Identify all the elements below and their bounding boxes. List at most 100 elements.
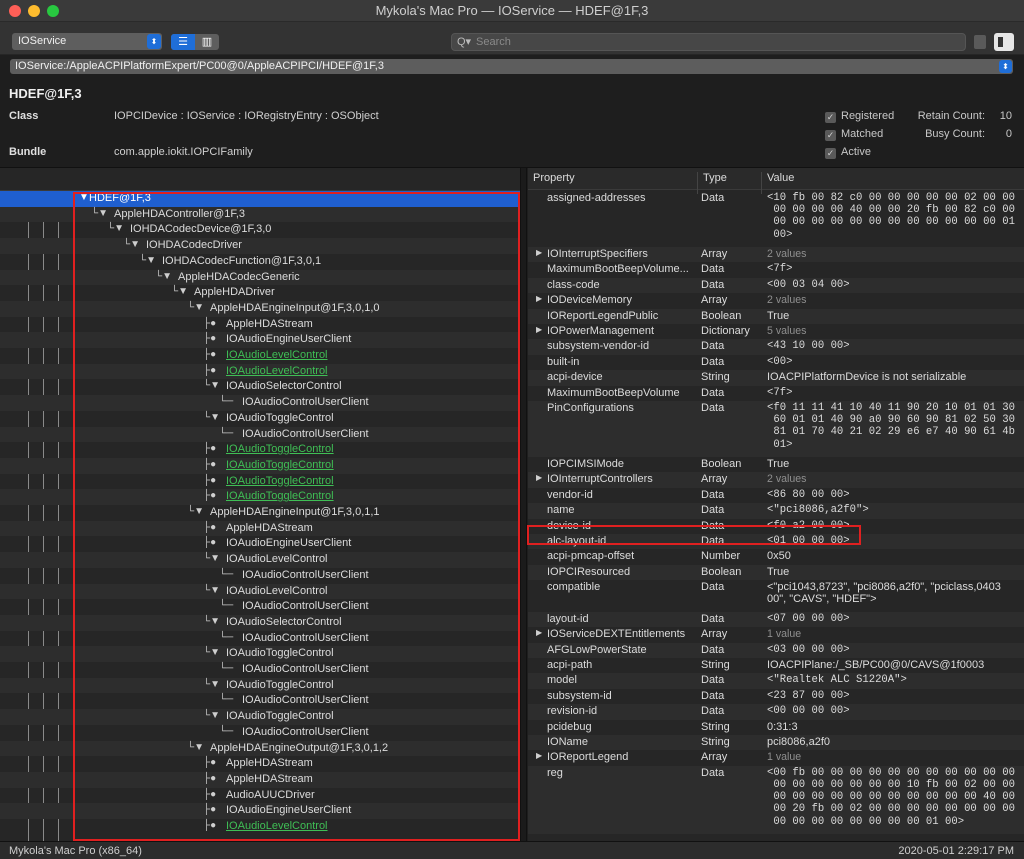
search-input[interactable] [476, 35, 946, 49]
property-row[interactable]: IOPCIResourced Boolean True [528, 564, 1024, 581]
tree-row[interactable]: ▼ HDEF@1F,3 [0, 191, 520, 207]
tree-row[interactable]: └▼ IOHDACodecDriver [0, 238, 520, 254]
property-row[interactable]: PinConfigurations Data <f0 11 11 41 10 40 … [528, 401, 1024, 457]
tree-row[interactable]: └─ IOAudioControlUserClient [0, 426, 520, 443]
property-row[interactable]: ▶ IODeviceMemory Array 2 values [528, 293, 1024, 308]
tree-row[interactable]: ├● AudioAUUCDriver [0, 788, 520, 804]
disclosure-triangle-icon[interactable]: └▼ [203, 647, 220, 658]
tree-row[interactable]: └─ IOAudioControlUserClient [0, 725, 520, 741]
type-column-header[interactable]: Type [703, 172, 727, 184]
property-row[interactable]: vendor-id Data <86 80 00 00> [528, 488, 1024, 503]
property-row[interactable]: pcidebug String 0:31:3 [528, 720, 1024, 735]
tree-row[interactable]: └▼ AppleHDAEngineOutput@1F,3,0,1,2 [0, 740, 520, 757]
registered-checkbox[interactable]: ✓ [825, 112, 836, 123]
expand-triangle-icon[interactable]: ▶ [536, 248, 542, 257]
tree-row[interactable]: └▼ IOHDACodecDevice@1F,3,0 [0, 222, 520, 238]
tree-row[interactable]: └▼ AppleHDADriver [0, 285, 520, 301]
property-row[interactable]: revision-id Data <00 00 00 00> [528, 704, 1024, 720]
tree-row[interactable]: └─ IOAudioControlUserClient [0, 599, 520, 615]
tree-row[interactable]: └─ IOAudioControlUserClient [0, 631, 520, 647]
search-options-icon[interactable] [974, 35, 986, 49]
property-row[interactable]: ▶ IOInterruptControllers Array 2 values [528, 472, 1024, 488]
property-row[interactable]: name Data <"pci8086,a2f0"> [528, 503, 1024, 519]
view-mode-toggle[interactable]: ☰ ▥ [171, 34, 219, 50]
property-row[interactable]: ▶ IOReportLegend Array 1 value [528, 750, 1024, 765]
disclosure-triangle-icon[interactable]: └▼ [187, 302, 204, 313]
expand-triangle-icon[interactable]: ▶ [536, 751, 542, 760]
tree-row[interactable]: ├● IOAudioEngineUserClient [0, 332, 520, 348]
tree-row[interactable]: └▼ AppleHDAController@1F,3 [0, 206, 520, 223]
inspector-toggle-button[interactable] [994, 33, 1014, 51]
disclosure-triangle-icon[interactable]: └▼ [203, 553, 220, 564]
search-icon[interactable]: Q▾ [457, 35, 471, 48]
tree-row[interactable]: ├● AppleHDAStream [0, 756, 520, 772]
property-row[interactable]: subsystem-id Data <23 87 00 00> [528, 689, 1024, 704]
tree-row[interactable]: └▼ IOAudioLevelControl [0, 552, 520, 568]
property-row[interactable]: AFGLowPowerState Data <03 00 00 00> [528, 642, 1024, 658]
tree-row[interactable]: └▼ IOAudioSelectorControl [0, 379, 520, 395]
registry-tree[interactable]: ▼ HDEF@1F,3 └▼ AppleHDAController@1F,3 └▼ IOH… [0, 168, 520, 841]
disclosure-triangle-icon[interactable]: └▼ [187, 742, 204, 753]
tree-row[interactable]: ├● IOAudioLevelControl [0, 819, 520, 835]
expand-triangle-icon[interactable]: ▶ [536, 294, 542, 303]
property-column-header[interactable]: Property [533, 172, 575, 184]
property-row[interactable]: class-code Data <00 03 04 00> [528, 277, 1024, 294]
tree-row[interactable]: ├● IOAudioLevelControl [0, 363, 520, 380]
property-row[interactable]: model Data <"Realtek ALC S1220A"> [528, 673, 1024, 689]
property-row[interactable]: ▶ IOServiceDEXTEntitlements Array 1 value [528, 627, 1024, 642]
disclosure-triangle-icon[interactable]: └▼ [91, 208, 108, 219]
property-row[interactable]: MaximumBootBeepVolume Data <7f> [528, 386, 1024, 401]
tree-row[interactable]: └▼ IOAudioToggleControl [0, 411, 520, 427]
plane-select[interactable]: IOService ⬍ [12, 33, 162, 50]
tree-row[interactable]: └─ IOAudioControlUserClient [0, 693, 520, 709]
property-row[interactable]: acpi-pmcap-offset Number 0x50 [528, 549, 1024, 564]
tree-row[interactable]: ├● IOAudioEngineUserClient [0, 803, 520, 819]
property-row[interactable]: subsystem-vendor-id Data <43 10 00 00> [528, 339, 1024, 355]
tree-row[interactable]: ├● AppleHDAStream [0, 520, 520, 537]
tree-row[interactable]: └▼ IOAudioToggleControl [0, 677, 520, 694]
disclosure-triangle-icon[interactable]: └▼ [123, 239, 140, 250]
disclosure-triangle-icon[interactable]: └▼ [107, 223, 124, 234]
tree-row[interactable]: ├● IOAudioEngineUserClient [0, 536, 520, 552]
property-row[interactable]: acpi-path String IOACPIPlane:/_SB/PC00@0/C… [528, 658, 1024, 673]
property-row[interactable]: reg Data <00 fb 00 00 00 00 00 00 00 00 00… [528, 765, 1024, 834]
properties-table[interactable]: Property Type Value assigned-addresses Da… [528, 168, 1024, 841]
expand-triangle-icon[interactable]: ▶ [536, 325, 542, 334]
column-view-icon[interactable]: ▥ [195, 34, 219, 50]
disclosure-triangle-icon[interactable]: └▼ [203, 616, 220, 627]
property-row[interactable]: ▶ IOPowerManagement Dictionary 5 values [528, 324, 1024, 339]
matched-checkbox[interactable]: ✓ [825, 130, 836, 141]
property-row[interactable]: compatible Data <"pci1043,8723", "pci8086,… [528, 580, 1024, 612]
property-row[interactable]: ▶ IOInterruptSpecifiers Array 2 values [528, 247, 1024, 263]
disclosure-triangle-icon[interactable]: └▼ [139, 255, 156, 266]
disclosure-triangle-icon[interactable]: └▼ [203, 412, 220, 423]
disclosure-triangle-icon[interactable]: └▼ [187, 506, 204, 517]
tree-row[interactable]: └▼ IOAudioLevelControl [0, 583, 520, 600]
property-row[interactable]: IOName String pci8086,a2f0 [528, 735, 1024, 751]
list-view-icon[interactable]: ☰ [171, 34, 195, 50]
property-row[interactable]: built-in Data <00> [528, 355, 1024, 370]
tree-row[interactable]: └▼ IOAudioSelectorControl [0, 614, 520, 631]
disclosure-triangle-icon[interactable]: └▼ [155, 271, 172, 282]
active-checkbox[interactable]: ✓ [825, 148, 836, 159]
property-row[interactable]: acpi-device String IOACPIPlatformDevice is… [528, 370, 1024, 386]
expand-triangle-icon[interactable]: ▶ [536, 628, 542, 637]
property-row[interactable]: assigned-addresses Data <10 fb 00 82 c0 00… [528, 191, 1024, 247]
tree-row[interactable]: └─ IOAudioControlUserClient [0, 395, 520, 411]
tree-row[interactable]: ├● IOAudioToggleControl [0, 474, 520, 490]
tree-row[interactable]: └▼ AppleHDAEngineInput@1F,3,0,1,0 [0, 300, 520, 317]
disclosure-triangle-icon[interactable]: └▼ [203, 710, 220, 721]
tree-row[interactable]: └▼ IOAudioToggleControl [0, 646, 520, 662]
property-row[interactable]: IOPCIMSIMode Boolean True [528, 457, 1024, 472]
tree-row[interactable]: └▼ IOHDACodecFunction@1F,3,0,1 [0, 254, 520, 270]
tree-row[interactable]: └▼ IOAudioToggleControl [0, 709, 520, 725]
tree-row[interactable]: ├● AppleHDAStream [0, 771, 520, 788]
disclosure-triangle-icon[interactable]: └▼ [203, 380, 220, 391]
property-row[interactable]: layout-id Data <07 00 00 00> [528, 611, 1024, 628]
tree-row[interactable]: └▼ AppleHDAEngineInput@1F,3,0,1,1 [0, 505, 520, 521]
tree-row[interactable]: ├● IOAudioToggleControl [0, 457, 520, 474]
pane-splitter[interactable] [520, 168, 527, 841]
value-column-header[interactable]: Value [767, 172, 794, 184]
property-row[interactable]: MaximumBootBeepVolume... Data <7f> [528, 262, 1024, 277]
tree-row[interactable]: ├● AppleHDAStream [0, 317, 520, 333]
